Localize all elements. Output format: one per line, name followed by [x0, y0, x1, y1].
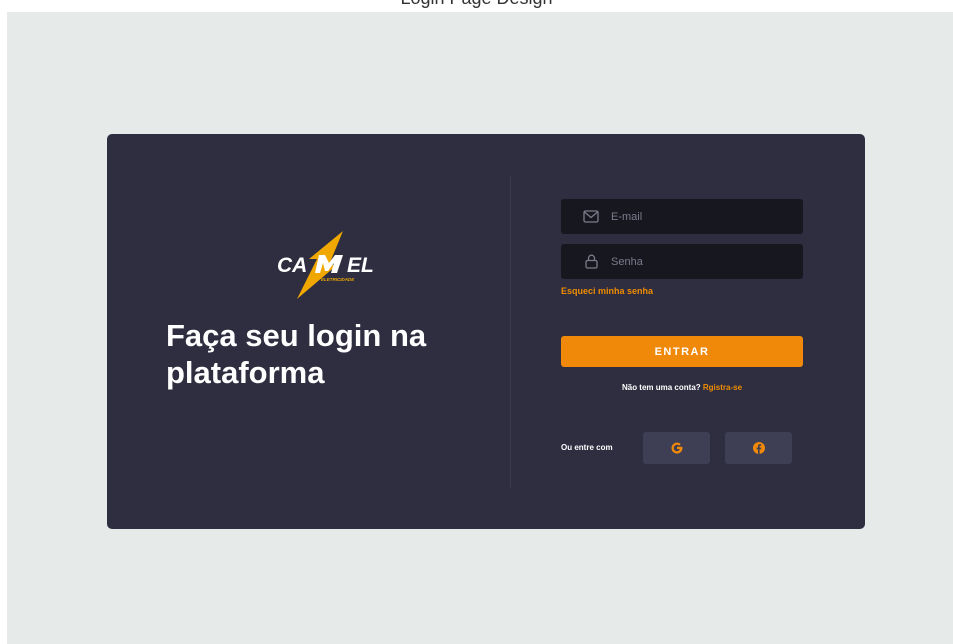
camel-logo: CA EL ELETRICIDADE [273, 229, 399, 301]
facebook-icon [752, 442, 765, 454]
login-headline: Faça seu login na plataforma [166, 318, 427, 390]
password-field[interactable] [561, 244, 803, 279]
logo-subtext: ELETRICIDADE [321, 277, 355, 282]
logo-text-left: CA [277, 254, 307, 277]
email-input[interactable] [611, 210, 781, 223]
forgot-password-link[interactable]: Esqueci minha senha [561, 286, 653, 296]
card-divider [510, 176, 511, 488]
page-caption-text: Login Page Design [400, 0, 552, 8]
google-login-button[interactable] [643, 432, 710, 464]
password-input[interactable] [611, 255, 781, 268]
signup-line: Não tem uma conta? Rgistra-se [561, 383, 803, 392]
signup-link[interactable]: Rgistra-se [703, 383, 742, 392]
email-field[interactable] [561, 199, 803, 234]
google-icon [671, 442, 683, 454]
login-card: CA EL ELETRICIDADE Faça seu login na pla… [107, 134, 865, 529]
camel-logo-svg: CA EL ELETRICIDADE [277, 231, 374, 299]
logo-text-right: EL [347, 254, 374, 277]
facebook-login-button[interactable] [725, 432, 792, 464]
social-login-label: Ou entre com [561, 443, 613, 452]
page-caption: Login Page Design [0, 0, 953, 12]
mail-icon [581, 207, 601, 227]
lock-icon [581, 252, 601, 272]
signup-prompt: Não tem uma conta? [621, 383, 701, 392]
page-background: CA EL ELETRICIDADE Faça seu login na pla… [7, 12, 953, 644]
login-button[interactable]: ENTRAR [561, 336, 803, 367]
